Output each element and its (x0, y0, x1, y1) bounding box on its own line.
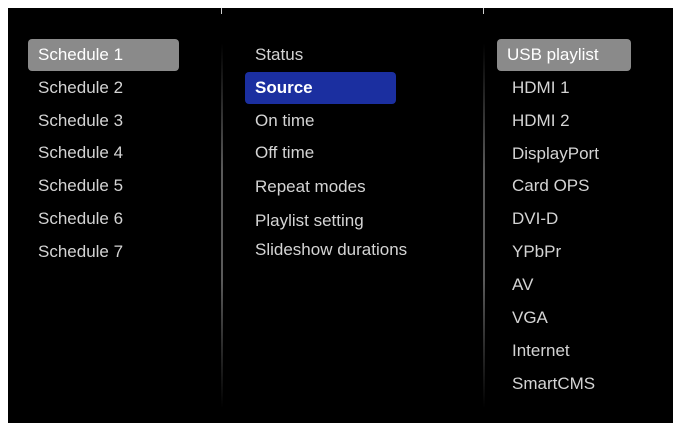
setting-on-time[interactable]: On time (245, 105, 396, 137)
source-av[interactable]: AV (502, 269, 636, 301)
source-vga[interactable]: VGA (502, 302, 636, 334)
setting-off-time[interactable]: Off time (245, 137, 396, 169)
column-divider (221, 43, 223, 408)
setting-slideshow-durations[interactable]: Slideshow durations (245, 234, 445, 266)
source-smartcms[interactable]: SmartCMS (502, 368, 636, 400)
source-usb-playlist[interactable]: USB playlist (497, 39, 631, 71)
schedule-item-1[interactable]: Schedule 1 (28, 39, 179, 71)
schedule-item-2[interactable]: Schedule 2 (28, 72, 179, 104)
schedule-item-3[interactable]: Schedule 3 (28, 105, 179, 137)
top-tick-mark (221, 8, 222, 14)
setting-repeat-modes[interactable]: Repeat modes (245, 171, 425, 203)
setting-source[interactable]: Source (245, 72, 396, 104)
schedule-item-7[interactable]: Schedule 7 (28, 236, 179, 268)
schedule-menu-screen: Schedule 1 Schedule 2 Schedule 3 Schedul… (8, 8, 673, 423)
column-divider (483, 43, 485, 408)
source-hdmi-1[interactable]: HDMI 1 (502, 72, 636, 104)
source-internet[interactable]: Internet (502, 335, 636, 367)
setting-status[interactable]: Status (245, 39, 396, 71)
setting-playlist-setting[interactable]: Playlist setting (245, 205, 425, 237)
source-hdmi-2[interactable]: HDMI 2 (502, 105, 636, 137)
schedule-item-5[interactable]: Schedule 5 (28, 170, 179, 202)
source-ypbpr[interactable]: YPbPr (502, 236, 636, 268)
source-dvi-d[interactable]: DVI-D (502, 203, 636, 235)
source-displayport[interactable]: DisplayPort (502, 138, 636, 170)
top-tick-mark (483, 8, 484, 14)
source-card-ops[interactable]: Card OPS (502, 170, 636, 202)
schedule-item-4[interactable]: Schedule 4 (28, 137, 179, 169)
schedule-item-6[interactable]: Schedule 6 (28, 203, 179, 235)
